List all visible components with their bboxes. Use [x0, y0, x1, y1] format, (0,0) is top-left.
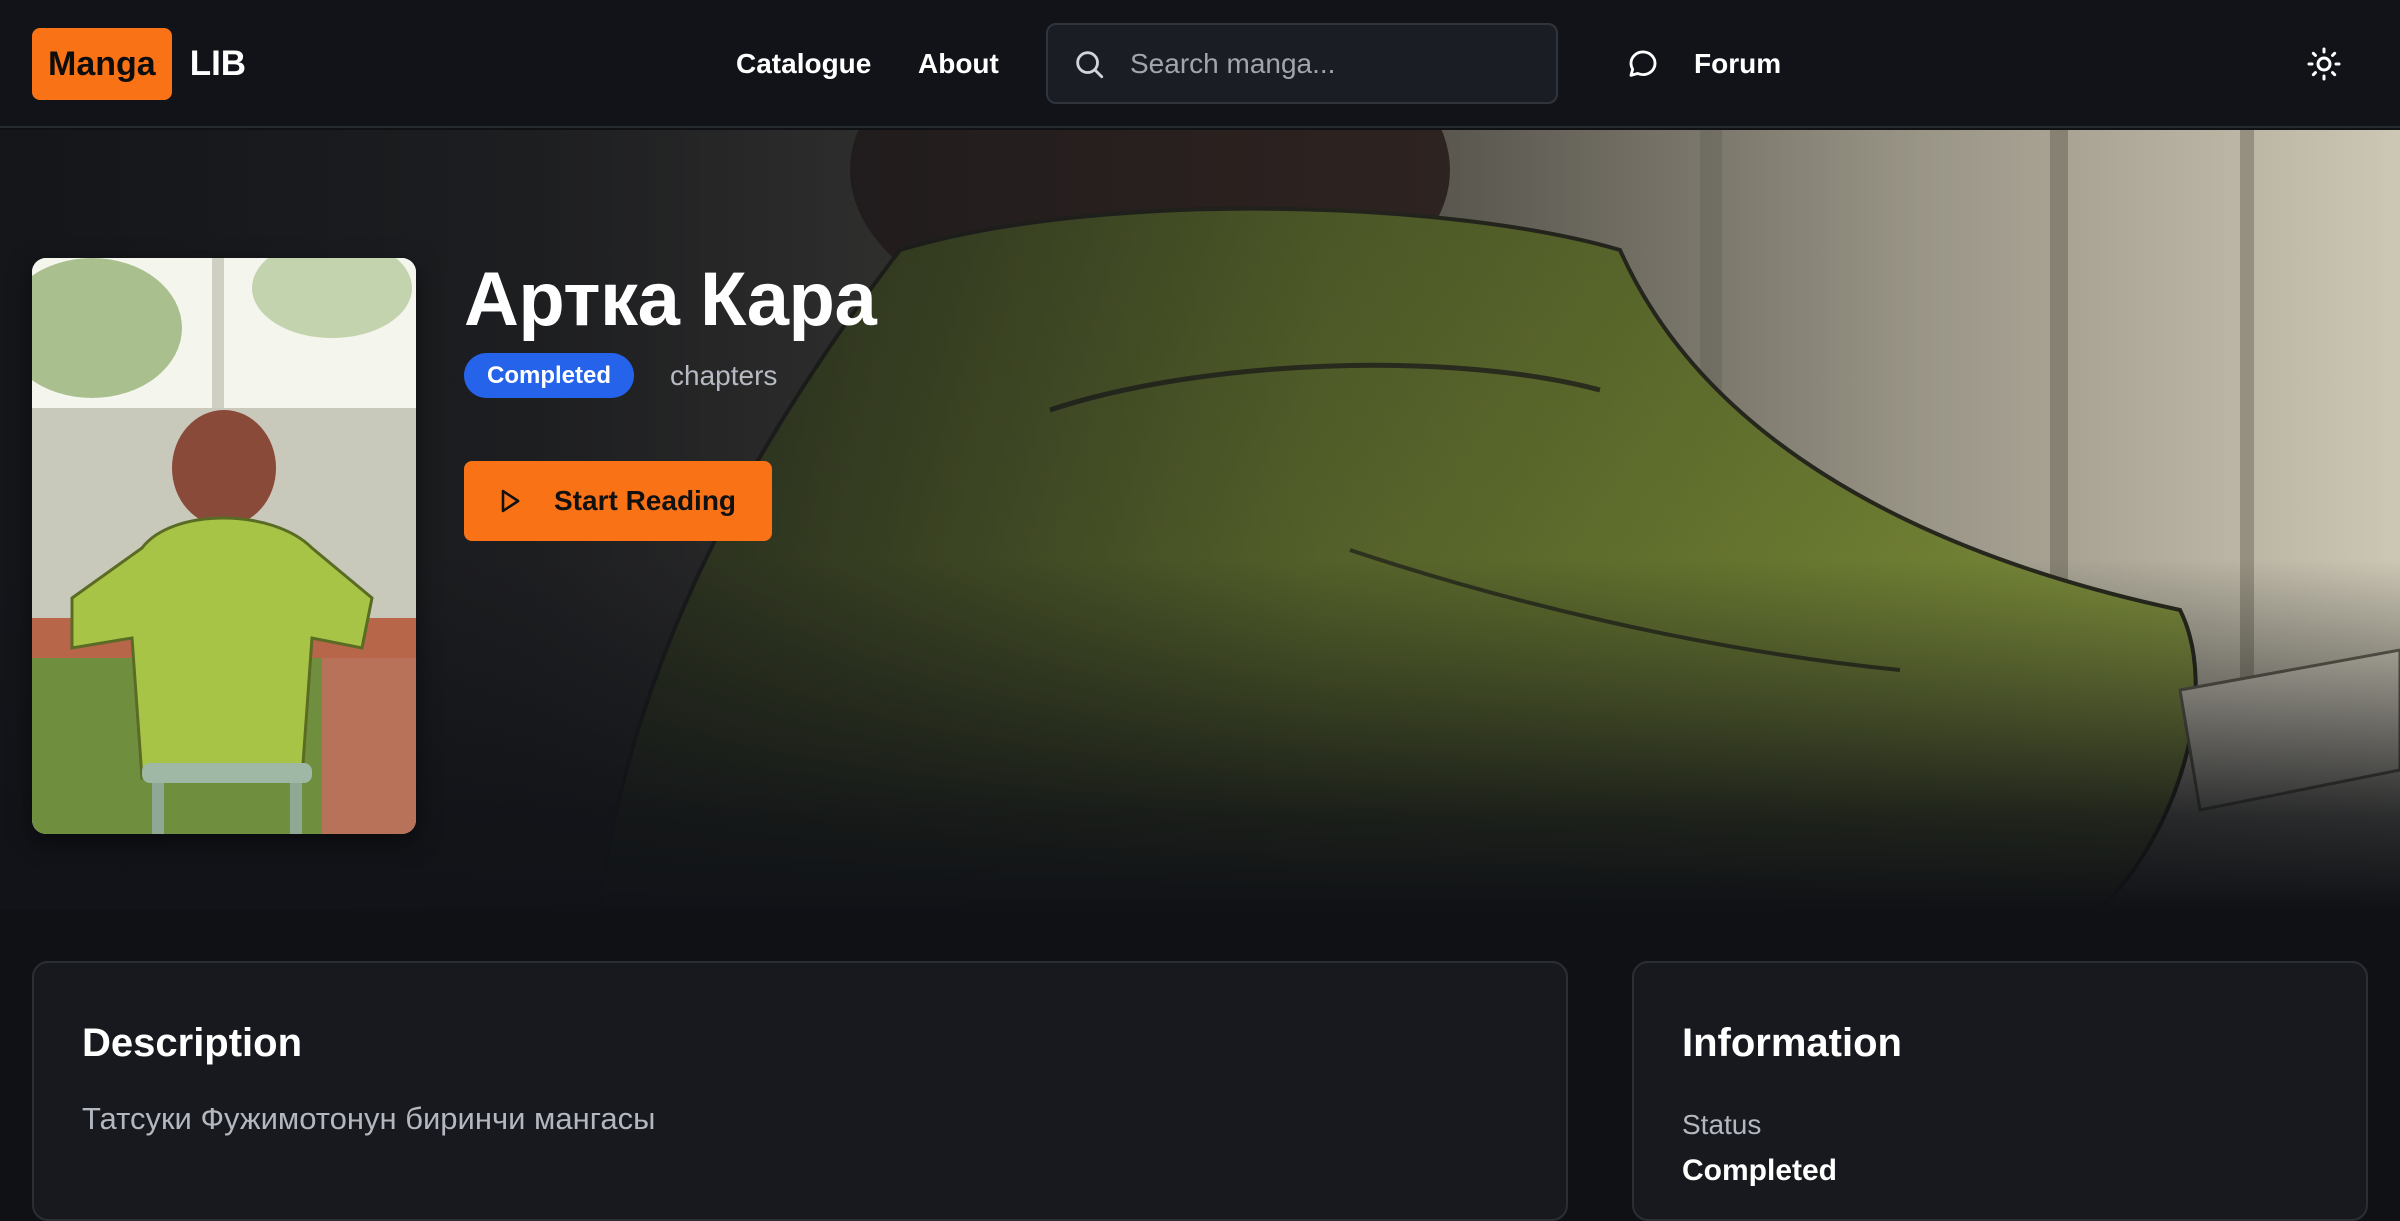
status-badge: Completed: [464, 353, 635, 398]
info-status-value: Completed: [1682, 1154, 1838, 1187]
description-card: Description Татсуки Фужимотонун биринчи …: [32, 961, 1568, 1221]
nav-link-about[interactable]: About: [918, 40, 999, 88]
top-navigation-bar: Manga LIB Catalogue About Forum: [0, 0, 2400, 128]
information-heading: Information: [1682, 1021, 1902, 1065]
start-reading-label: Start Reading: [554, 485, 737, 516]
search-box[interactable]: [1046, 23, 1558, 104]
sun-icon[interactable]: [2306, 46, 2342, 82]
play-icon: [501, 489, 520, 513]
manga-title: Артка Кара: [464, 257, 877, 342]
logo-text: LIB: [189, 44, 247, 83]
chapters-count-label: chapters: [670, 360, 778, 391]
search-icon: [1076, 51, 1104, 79]
description-text: Татсуки Фужимотонун биринчи мангасы: [82, 1101, 656, 1136]
description-heading: Description: [82, 1021, 303, 1065]
forum-label: Forum: [1694, 48, 1782, 79]
search-input[interactable]: [1128, 25, 1538, 102]
info-status-label: Status: [1682, 1109, 1762, 1140]
site-logo[interactable]: Manga LIB: [32, 28, 246, 100]
forum-link[interactable]: Forum: [1626, 38, 1781, 90]
manga-cover-image: [32, 258, 416, 834]
information-card: Information Status Completed: [1632, 961, 2368, 1221]
nav-link-catalogue[interactable]: Catalogue: [736, 40, 871, 88]
chat-bubble-icon: [1629, 50, 1657, 77]
start-reading-button[interactable]: Start Reading: [464, 461, 772, 541]
logo-badge: Manga: [32, 28, 172, 100]
